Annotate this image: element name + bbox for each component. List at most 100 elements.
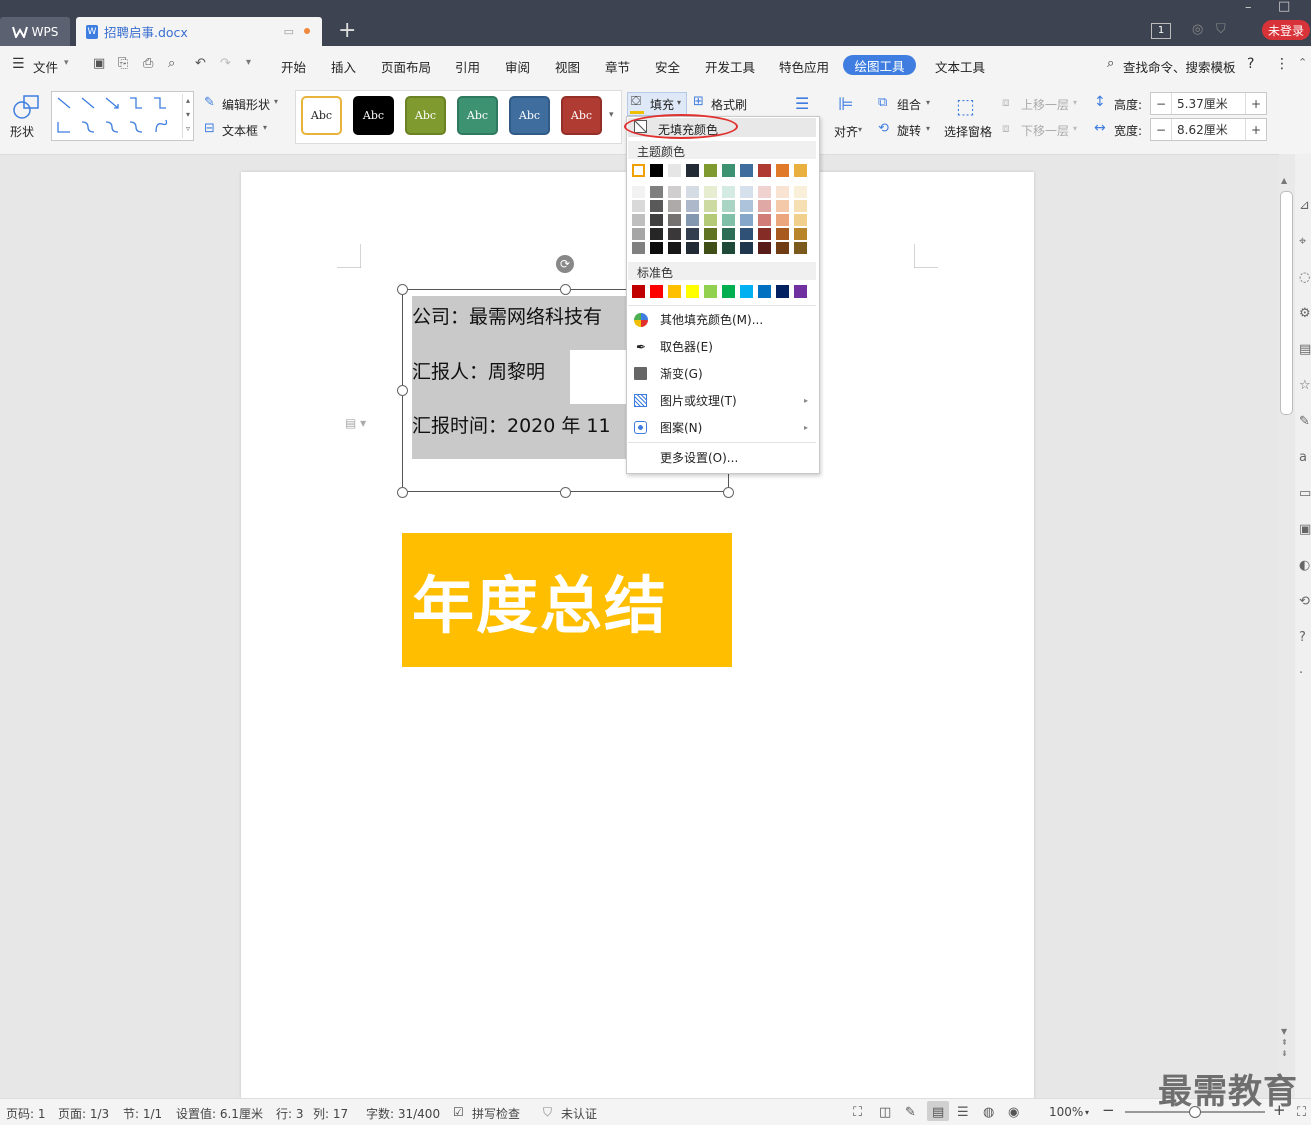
selection-pane-icon[interactable]: ⬚ xyxy=(956,94,975,118)
width-stepper[interactable]: − 8.62厘米 + xyxy=(1150,118,1267,141)
eyedropper-item[interactable]: ✒ 取色器(E) xyxy=(634,338,713,355)
edit-shape-button[interactable]: 编辑形状 xyxy=(222,96,270,113)
theme-color-swatch[interactable] xyxy=(704,164,717,177)
help-icon[interactable]: ? xyxy=(1247,56,1254,72)
standard-color-swatch[interactable] xyxy=(668,285,681,298)
scroll-up-icon[interactable]: ▲ xyxy=(1281,176,1287,185)
align-icon[interactable]: ⊫ xyxy=(838,94,854,115)
bring-forward-icon[interactable]: ⧈ xyxy=(1002,95,1010,110)
shape-label[interactable]: 形状 xyxy=(10,123,34,140)
shade-color-swatch[interactable] xyxy=(776,200,789,212)
window-count-badge[interactable]: 1 xyxy=(1151,23,1171,39)
undo-icon[interactable]: ↶ xyxy=(195,56,206,71)
standard-color-swatch[interactable] xyxy=(794,285,807,298)
chevron-down-icon[interactable]: ▾ xyxy=(263,123,267,132)
outline-view-icon[interactable]: ☰ xyxy=(957,1105,969,1120)
shade-color-swatch[interactable] xyxy=(794,186,807,198)
shade-color-swatch[interactable] xyxy=(722,228,735,240)
menu-item[interactable]: 安全 xyxy=(655,57,680,76)
height-increase-button[interactable]: + xyxy=(1246,97,1266,111)
shade-color-swatch[interactable] xyxy=(704,186,717,198)
shade-color-swatch[interactable] xyxy=(758,186,771,198)
shade-color-swatch[interactable] xyxy=(794,242,807,254)
shade-color-swatch[interactable] xyxy=(668,228,681,240)
tab-text-tools[interactable]: 文本工具 xyxy=(935,57,985,76)
standard-color-swatch[interactable] xyxy=(632,285,645,298)
format-painter-icon[interactable]: ⊞ xyxy=(693,94,704,109)
menu-item[interactable]: 视图 xyxy=(555,57,580,76)
rotate-icon[interactable]: ⟲ xyxy=(878,121,889,136)
shade-color-swatch[interactable] xyxy=(686,214,699,226)
width-input[interactable]: 8.62厘米 xyxy=(1171,119,1246,140)
width-increase-button[interactable]: + xyxy=(1246,123,1266,137)
reading-mode-icon[interactable]: ◫ xyxy=(879,1105,891,1120)
theme-color-swatch[interactable] xyxy=(722,164,735,177)
shade-color-swatch[interactable] xyxy=(668,200,681,212)
shade-color-swatch[interactable] xyxy=(794,228,807,240)
fullscreen-icon[interactable]: ⛶ xyxy=(853,1105,862,1120)
send-backward-icon[interactable]: ⧈ xyxy=(1002,121,1010,136)
resize-handle[interactable] xyxy=(723,487,734,498)
width-decrease-button[interactable]: − xyxy=(1151,123,1171,137)
shade-color-swatch[interactable] xyxy=(758,200,771,212)
shade-color-swatch[interactable] xyxy=(632,200,645,212)
reporter-line[interactable]: 汇报人：周黎明 xyxy=(412,357,545,384)
standard-color-swatch[interactable] xyxy=(776,285,789,298)
scroll-down-icon[interactable]: ▼ ⇞ ⇟ xyxy=(1281,1026,1288,1059)
chevron-down-icon[interactable]: ▾ xyxy=(64,58,69,68)
save-icon[interactable]: ▣ xyxy=(93,56,105,71)
search-icon[interactable]: ⌕ xyxy=(1107,56,1114,71)
print-preview-icon[interactable]: ⌕ xyxy=(168,56,175,71)
wps-home-tab[interactable]: WPS xyxy=(0,17,70,46)
theme-color-swatch[interactable] xyxy=(650,164,663,177)
textbox-icon[interactable]: ⊟ xyxy=(204,121,215,136)
theme-color-swatch[interactable] xyxy=(794,164,807,177)
shade-color-swatch[interactable] xyxy=(758,228,771,240)
redo-icon[interactable]: ↷ xyxy=(220,56,231,71)
shade-color-swatch[interactable] xyxy=(776,228,789,240)
shade-color-swatch[interactable] xyxy=(740,186,753,198)
report-time-line[interactable]: 汇报时间：2020 年 11 xyxy=(412,411,611,438)
theme-color-swatch[interactable] xyxy=(776,164,789,177)
menu-item[interactable]: 章节 xyxy=(605,57,630,76)
shape-style-sample[interactable]: Abc xyxy=(405,96,446,135)
bring-forward-button[interactable]: 上移一层 xyxy=(1021,96,1069,113)
menu-item[interactable]: 插入 xyxy=(331,57,356,76)
shade-color-swatch[interactable] xyxy=(704,200,717,212)
textbox-button[interactable]: 文本框 xyxy=(222,122,258,139)
shade-color-swatch[interactable] xyxy=(722,200,735,212)
shade-color-swatch[interactable] xyxy=(650,200,663,212)
standard-color-swatch[interactable] xyxy=(650,285,663,298)
eye-protection-icon[interactable]: ◉ xyxy=(1008,1105,1019,1120)
shape-style-sample[interactable]: Abc xyxy=(457,96,498,135)
shade-color-swatch[interactable] xyxy=(686,242,699,254)
chevron-down-icon[interactable]: ▾ xyxy=(1073,124,1077,133)
theme-color-swatch[interactable] xyxy=(632,164,645,177)
command-search[interactable]: 查找命令、搜索模板 xyxy=(1123,57,1236,76)
more-fill-colors-item[interactable]: 其他填充颜色(M)... xyxy=(634,311,763,328)
monitor-icon[interactable]: ▭ xyxy=(284,25,294,38)
standard-color-swatch[interactable] xyxy=(758,285,771,298)
shade-color-swatch[interactable] xyxy=(650,242,663,254)
theme-color-swatch[interactable] xyxy=(668,164,681,177)
fit-page-icon[interactable]: ⛶ xyxy=(1297,1105,1306,1120)
menu-item[interactable]: 开始 xyxy=(281,57,306,76)
annual-summary-banner[interactable]: 年度总结 xyxy=(402,533,732,667)
document-options-icon[interactable]: ▤ ▾ xyxy=(345,416,366,430)
minimize-icon[interactable]: – xyxy=(1245,0,1252,15)
shade-color-swatch[interactable] xyxy=(704,228,717,240)
shape-style-sample[interactable]: Abc xyxy=(509,96,550,135)
edit-shape-icon[interactable]: ✎ xyxy=(204,95,215,110)
menu-item[interactable]: 引用 xyxy=(455,57,480,76)
picture-texture-item[interactable]: 图片或纹理(T) xyxy=(634,392,737,409)
skin-icon[interactable]: ◎ xyxy=(1192,22,1203,37)
shape-style-sample[interactable]: Abc xyxy=(561,96,602,135)
shade-color-swatch[interactable] xyxy=(632,228,645,240)
status-section[interactable]: 节: 1/1 xyxy=(123,1105,162,1122)
group-button[interactable]: 组合 xyxy=(897,96,921,113)
wrap-text-icon[interactable]: ☰ xyxy=(795,94,809,113)
shape-button[interactable] xyxy=(12,94,42,123)
status-col[interactable]: 列: 17 xyxy=(313,1105,348,1122)
shade-color-swatch[interactable] xyxy=(668,186,681,198)
maximize-icon[interactable]: □ xyxy=(1278,0,1290,14)
